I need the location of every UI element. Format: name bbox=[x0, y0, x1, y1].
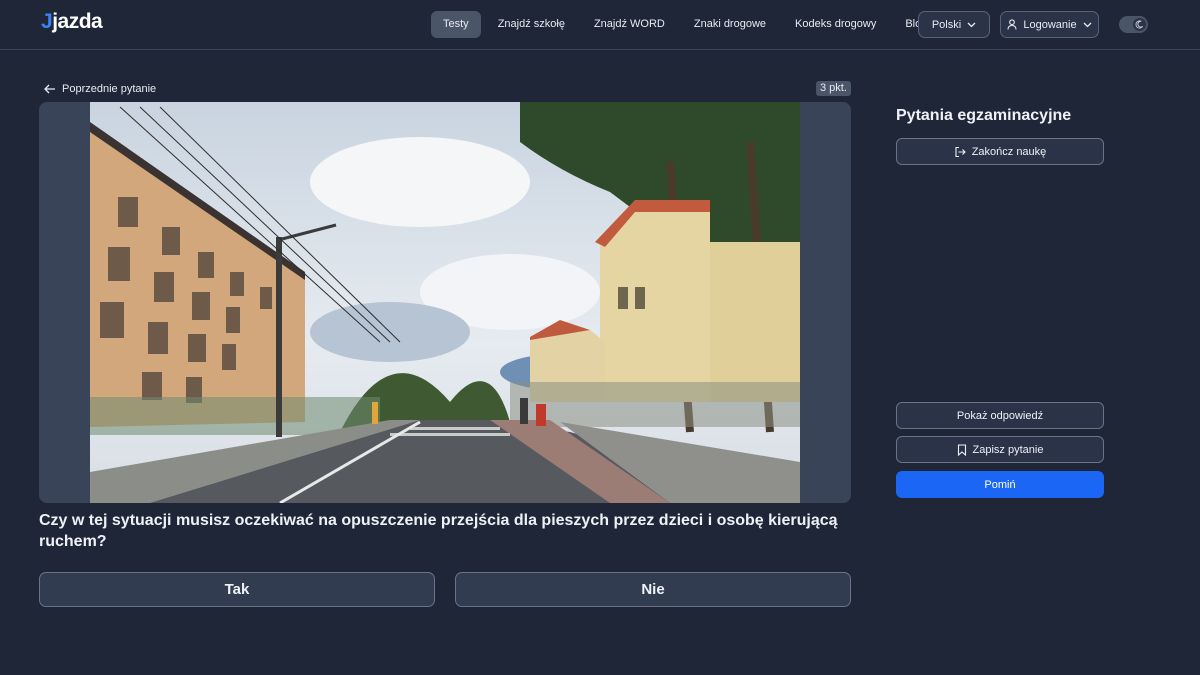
end-learning-button[interactable]: Zakończ naukę bbox=[896, 138, 1104, 165]
nav-find-school[interactable]: Znajdź szkołę bbox=[486, 11, 577, 38]
language-select[interactable]: Polski bbox=[918, 11, 990, 38]
show-answer-label: Pokaż odpowiedź bbox=[956, 409, 1044, 422]
sidebar-title: Pytania egzaminacyjne bbox=[896, 107, 1072, 124]
main-nav: Testy Znajdź szkołę Znajdź WORD Znaki dr… bbox=[431, 11, 939, 38]
skip-button[interactable]: Pomiń bbox=[896, 471, 1104, 498]
points-badge: 3 pkt. bbox=[816, 81, 851, 96]
save-question-button[interactable]: Zapisz pytanie bbox=[896, 436, 1104, 463]
street-scene-image bbox=[90, 102, 800, 503]
top-bar: Jjazda Testy Znajdź szkołę Znajdź WORD Z… bbox=[0, 0, 1200, 50]
chevron-down-icon bbox=[1083, 22, 1092, 28]
logo[interactable]: Jjazda bbox=[41, 10, 103, 34]
logout-icon bbox=[954, 146, 966, 158]
answer-yes-button[interactable]: Tak bbox=[39, 572, 435, 607]
nav-road-code[interactable]: Kodeks drogowy bbox=[783, 11, 888, 38]
answer-no-button[interactable]: Nie bbox=[455, 572, 851, 607]
nav-testy[interactable]: Testy bbox=[431, 11, 481, 38]
previous-question-link[interactable]: Poprzednie pytanie bbox=[44, 81, 156, 97]
chevron-down-icon bbox=[967, 22, 976, 28]
show-answer-button[interactable]: Pokaż odpowiedź bbox=[896, 402, 1104, 429]
nav-road-signs[interactable]: Znaki drogowe bbox=[682, 11, 778, 38]
arrow-left-icon bbox=[44, 84, 56, 94]
user-icon bbox=[1007, 19, 1017, 30]
question-media bbox=[39, 102, 851, 503]
end-learning-label: Zakończ naukę bbox=[971, 145, 1047, 158]
logo-text: jazda bbox=[52, 10, 103, 33]
save-question-label: Zapisz pytanie bbox=[972, 443, 1044, 456]
login-button[interactable]: Logowanie bbox=[1000, 11, 1099, 38]
nav-find-word[interactable]: Znajdź WORD bbox=[582, 11, 677, 38]
bookmark-icon bbox=[957, 443, 967, 456]
skip-label: Pomiń bbox=[984, 478, 1016, 491]
language-label: Polski bbox=[931, 18, 962, 31]
previous-question-label: Poprzednie pytanie bbox=[62, 83, 157, 95]
login-label: Logowanie bbox=[1023, 18, 1077, 31]
question-text: Czy w tej sytuacji musisz oczekiwać na o… bbox=[39, 512, 838, 550]
moon-icon bbox=[1133, 18, 1146, 31]
theme-toggle[interactable] bbox=[1119, 16, 1148, 33]
